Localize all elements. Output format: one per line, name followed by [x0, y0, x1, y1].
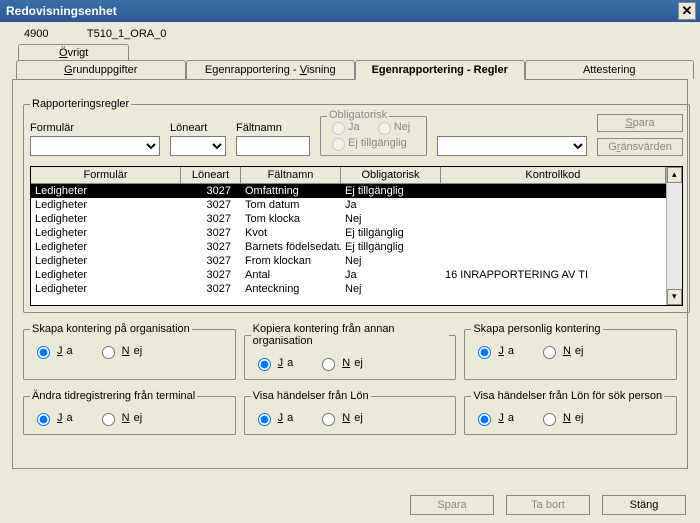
- rules-group: Rapporteringsregler Formulär Löneart Fäl…: [23, 98, 690, 313]
- group-visa-lon-sok: Visa händelser från Lön för sök person J…: [464, 390, 677, 435]
- rules-grid: Formulär Löneart Fältnamn Obligatorisk K…: [30, 166, 683, 306]
- radio-skapa-pers-ja[interactable]: Ja: [473, 343, 514, 359]
- col-kontrollkod[interactable]: Kontrollkod: [441, 167, 666, 184]
- titlebar: Redovisningsenhet ✕: [0, 0, 700, 22]
- button-spara[interactable]: Spara: [410, 495, 494, 515]
- select-loneart[interactable]: [170, 136, 226, 156]
- col-loneart[interactable]: Löneart: [181, 167, 241, 184]
- input-faltnamn[interactable]: [236, 136, 310, 156]
- radio-kopiera-kont-ja[interactable]: Ja: [253, 355, 294, 371]
- radio-visa-lon-nej[interactable]: Nej: [317, 410, 363, 426]
- table-row[interactable]: Ledigheter3027Tom klockaNej: [31, 212, 666, 226]
- group-skapa-pers: Skapa personlig kontering Ja Nej: [464, 323, 677, 380]
- tab-page: Rapporteringsregler Formulär Löneart Fäl…: [12, 79, 688, 469]
- rules-legend: Rapporteringsregler: [30, 98, 131, 110]
- footer-buttons: Spara Ta bort Stäng: [410, 495, 686, 515]
- radio-kopiera-kont-nej[interactable]: Nej: [317, 355, 363, 371]
- group-andra-tid: Ändra tidregistrering från terminal Ja N…: [23, 390, 236, 435]
- radio-skapa-pers-nej[interactable]: Nej: [538, 343, 584, 359]
- tab-egenrapportering-regler[interactable]: Egenrapportering - Regler: [355, 60, 525, 80]
- table-row[interactable]: Ledigheter3027From klockanNej: [31, 254, 666, 268]
- group-visa-lon: Visa händelser från Lön Ja Nej: [244, 390, 457, 435]
- grid-header: Formulär Löneart Fältnamn Obligatorisk K…: [31, 167, 666, 184]
- tab-row: Grunduppgifter Egenrapportering - Visnin…: [16, 60, 694, 79]
- table-row[interactable]: Ledigheter3027AntalJa16 INRAPPORTERING A…: [31, 268, 666, 282]
- radio-andra-tid-nej[interactable]: Nej: [97, 410, 143, 426]
- radio-skapa-kont-org-nej[interactable]: Nej: [97, 343, 143, 359]
- scroll-up-icon[interactable]: ▴: [667, 167, 682, 183]
- radio-obl-nej[interactable]: [378, 122, 391, 135]
- table-row[interactable]: Ledigheter3027Barnets födelsedatuEj till…: [31, 240, 666, 254]
- label-formular: Formulär: [30, 122, 160, 134]
- button-gransvarden[interactable]: Gränsvärden: [597, 138, 683, 156]
- table-row[interactable]: Ledigheter3027Tom datumJa: [31, 198, 666, 212]
- radio-obl-ej[interactable]: [332, 138, 345, 151]
- group-skapa-kont-org: Skapa kontering på organisation Ja Nej: [23, 323, 236, 380]
- radio-visa-lon-sok-ja[interactable]: Ja: [473, 410, 514, 426]
- tab-egenrapportering-visning[interactable]: Egenrapportering - Visning: [186, 60, 356, 79]
- table-row[interactable]: Ledigheter3027OmfattningEj tillgänglig: [31, 184, 666, 198]
- table-row[interactable]: Ledigheter3027KvotEj tillgänglig: [31, 226, 666, 240]
- scroll-down-icon[interactable]: ▾: [667, 289, 682, 305]
- tab-attestering[interactable]: Attestering: [525, 60, 695, 79]
- org-name: T510_1_ORA_0: [87, 28, 167, 40]
- radio-obl-ja[interactable]: [332, 122, 345, 135]
- col-obligatorisk[interactable]: Obligatorisk: [341, 167, 441, 184]
- obligatorisk-group: Obligatorisk Ja Nej Ej tillgänglig: [320, 116, 427, 156]
- close-button[interactable]: ✕: [678, 2, 696, 20]
- select-formular[interactable]: [30, 136, 160, 156]
- radio-skapa-kont-org-ja[interactable]: Ja: [32, 343, 73, 359]
- org-id: 4900: [24, 28, 84, 40]
- col-formular[interactable]: Formulär: [31, 167, 181, 184]
- tab-grunduppgifter[interactable]: Grunduppgifter: [16, 60, 186, 79]
- button-spara-rule[interactable]: Spara: [597, 114, 683, 132]
- org-header: 4900 T510_1_ORA_0: [6, 26, 694, 42]
- select-kontrollkod[interactable]: [437, 136, 587, 156]
- label-faltnamn: Fältnamn: [236, 122, 310, 134]
- window-title: Redovisningsenhet: [6, 4, 117, 18]
- tab-ovrigt[interactable]: Övrigt: [18, 44, 129, 61]
- button-stang[interactable]: Stäng: [602, 495, 686, 515]
- col-faltnamn[interactable]: Fältnamn: [241, 167, 341, 184]
- group-kopiera-kont: Kopiera kontering från annan organisatio…: [244, 323, 457, 380]
- table-row[interactable]: Ledigheter3027AnteckningNej: [31, 282, 666, 296]
- label-loneart: Löneart: [170, 122, 226, 134]
- grid-scrollbar[interactable]: ▴ ▾: [666, 167, 682, 305]
- radio-visa-lon-sok-nej[interactable]: Nej: [538, 410, 584, 426]
- obligatorisk-legend: Obligatorisk: [327, 109, 389, 121]
- radio-visa-lon-ja[interactable]: Ja: [253, 410, 294, 426]
- button-tabort[interactable]: Ta bort: [506, 495, 590, 515]
- radio-andra-tid-ja[interactable]: Ja: [32, 410, 73, 426]
